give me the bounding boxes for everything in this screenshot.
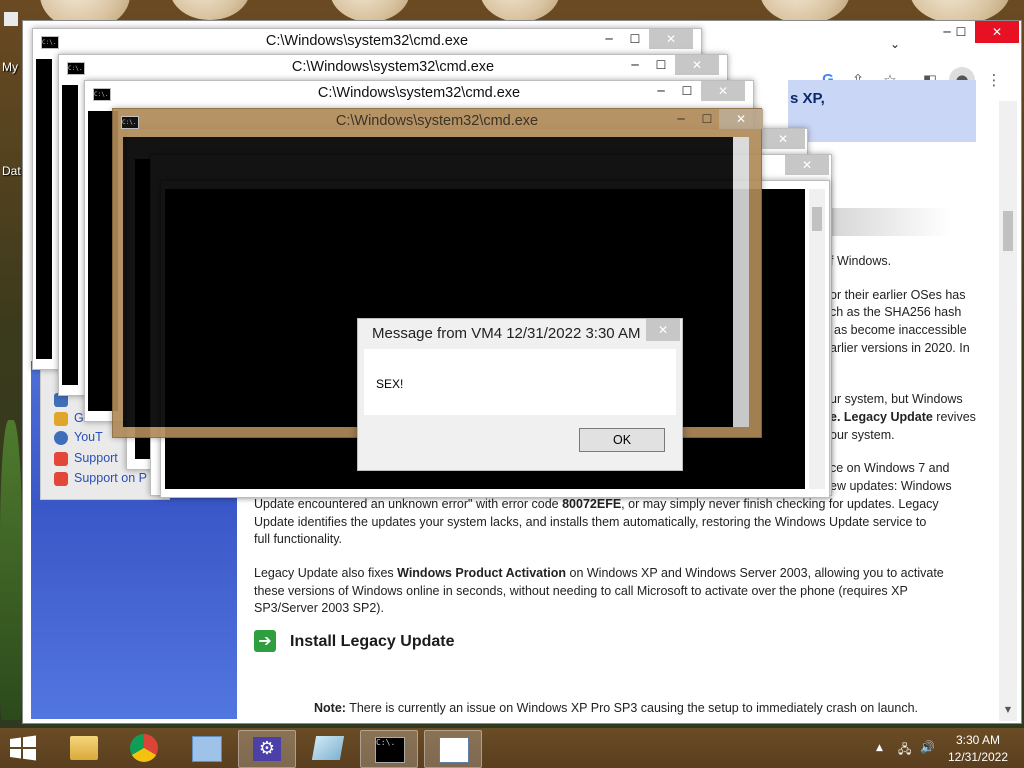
close-button[interactable]: ✕ <box>719 109 763 129</box>
article-text: ew updates: Windows <box>830 479 952 493</box>
maximize-button[interactable]: ☐ <box>677 81 697 101</box>
cmd-console[interactable] <box>62 85 78 385</box>
minimize-button[interactable]: ─ <box>651 81 671 101</box>
maximize-button[interactable]: ☐ <box>697 109 717 129</box>
page-scrollbar[interactable] <box>999 101 1017 721</box>
banner-heading: s XP, <box>790 90 825 107</box>
dialog-close-button[interactable]: ✕ <box>646 319 680 341</box>
taskbar-window[interactable] <box>424 730 482 768</box>
desktop-icon-label[interactable]: My <box>2 60 18 74</box>
maximize-button[interactable]: ☐ <box>651 55 671 75</box>
cmd-window-title[interactable]: C:\Windows\system32\cmd.exe <box>113 109 761 135</box>
cmd-console[interactable] <box>36 59 52 359</box>
install-heading[interactable]: Install Legacy Update <box>290 633 455 651</box>
minimize-button[interactable]: ─ <box>599 29 619 49</box>
close-button[interactable]: ✕ <box>975 21 1019 43</box>
dialog-title: Message from VM4 12/31/2022 3:30 AM <box>372 325 641 342</box>
cmd-icon: C:\. <box>375 737 405 763</box>
article-text: ch as the SHA256 hash <box>830 305 962 319</box>
article-text: as become inaccessible <box>834 323 967 337</box>
dialog-content-area <box>364 349 676 415</box>
desktop-icon[interactable] <box>4 12 18 26</box>
tab-dropdown-icon[interactable]: ⌄ <box>883 33 907 55</box>
folder-icon <box>70 736 98 760</box>
article-text: f Windows. <box>830 254 892 268</box>
message-dialog: Message from VM4 12/31/2022 3:30 AM ✕ SE… <box>357 318 683 471</box>
tray-chevron-icon[interactable]: ▲ <box>876 743 883 753</box>
note-text: Note: There is currently an issue on Win… <box>314 701 919 715</box>
article-text: our system. <box>830 428 895 442</box>
scrollbar-thumb[interactable] <box>1003 211 1013 251</box>
clock-date[interactable]: 12/31/2022 <box>930 750 1024 764</box>
article-text: Update identifies the updates your syste… <box>254 515 927 529</box>
article-text: or their earlier OSes has <box>830 288 966 302</box>
article-text: ur system, but Windows <box>830 392 963 406</box>
cmd-scroll-thumb[interactable] <box>812 207 822 231</box>
cmd-app-icon[interactable]: C:\. <box>93 88 111 101</box>
control-panel-icon <box>192 736 222 762</box>
maximize-button[interactable]: ☐ <box>625 29 645 49</box>
article-text: Update encountered an unknown error" wit… <box>254 497 939 511</box>
cmd-scrollbar[interactable] <box>809 189 825 489</box>
maximize-button[interactable]: ☐ <box>947 21 975 43</box>
close-button[interactable]: ✕ <box>761 129 805 149</box>
desktop-icon-label[interactable]: Dat <box>2 164 21 178</box>
close-button[interactable]: ✕ <box>785 155 829 175</box>
cmd-scrollbar[interactable] <box>733 137 749 427</box>
menu-kebab-icon[interactable]: ⋮ <box>981 67 1007 93</box>
article-text: Legacy Update also fixes Windows Product… <box>254 566 944 580</box>
dialog-message: SEX! <box>376 377 404 391</box>
clock-time[interactable]: 3:30 AM <box>930 733 1024 747</box>
article-text: full functionality. <box>254 532 343 546</box>
window-app-icon <box>439 737 469 763</box>
cmd-app-icon[interactable]: C:\. <box>41 36 59 49</box>
gear-icon: ⚙ <box>253 737 281 761</box>
favorite-item[interactable]: Support on P <box>54 471 147 489</box>
article-text: these versions of Windows online in seco… <box>254 584 908 598</box>
taskbar-cmd[interactable]: C:\. <box>360 730 418 768</box>
favorite-item[interactable]: YouT <box>54 430 103 448</box>
article-text: e. Legacy Update revives <box>830 410 976 424</box>
article-text: arlier versions in 2020. In <box>830 341 970 355</box>
ok-button[interactable]: OK <box>579 428 665 452</box>
windows-logo-icon <box>10 735 36 761</box>
close-button[interactable]: ✕ <box>649 29 693 49</box>
chrome-icon <box>130 734 158 762</box>
cmd-app-icon[interactable]: C:\. <box>67 62 85 75</box>
minimize-button[interactable]: ─ <box>671 109 691 129</box>
taskbar-chrome[interactable] <box>116 730 172 766</box>
taskbar-settings[interactable]: ⚙ <box>238 730 296 768</box>
close-button[interactable]: ✕ <box>701 81 745 101</box>
taskbar-file-explorer[interactable] <box>56 730 112 766</box>
notepad-icon <box>311 736 345 760</box>
article-text: SP3/Server 2003 SP2). <box>254 601 384 615</box>
taskbar-notepad[interactable] <box>300 730 356 766</box>
install-arrow-icon[interactable]: ➔ <box>254 630 276 652</box>
taskbar-control-panel[interactable] <box>178 730 234 766</box>
favorite-item[interactable]: Support <box>54 451 118 469</box>
article-text: ce on Windows 7 and <box>830 461 950 475</box>
cmd-app-icon[interactable]: C:\. <box>121 116 139 129</box>
close-button[interactable]: ✕ <box>675 55 719 75</box>
start-button[interactable] <box>8 734 38 762</box>
scroll-down-arrow-icon[interactable]: ▼ <box>1003 705 1013 714</box>
network-icon[interactable]: 🖧 <box>898 740 911 761</box>
minimize-button[interactable]: ─ <box>625 55 645 75</box>
